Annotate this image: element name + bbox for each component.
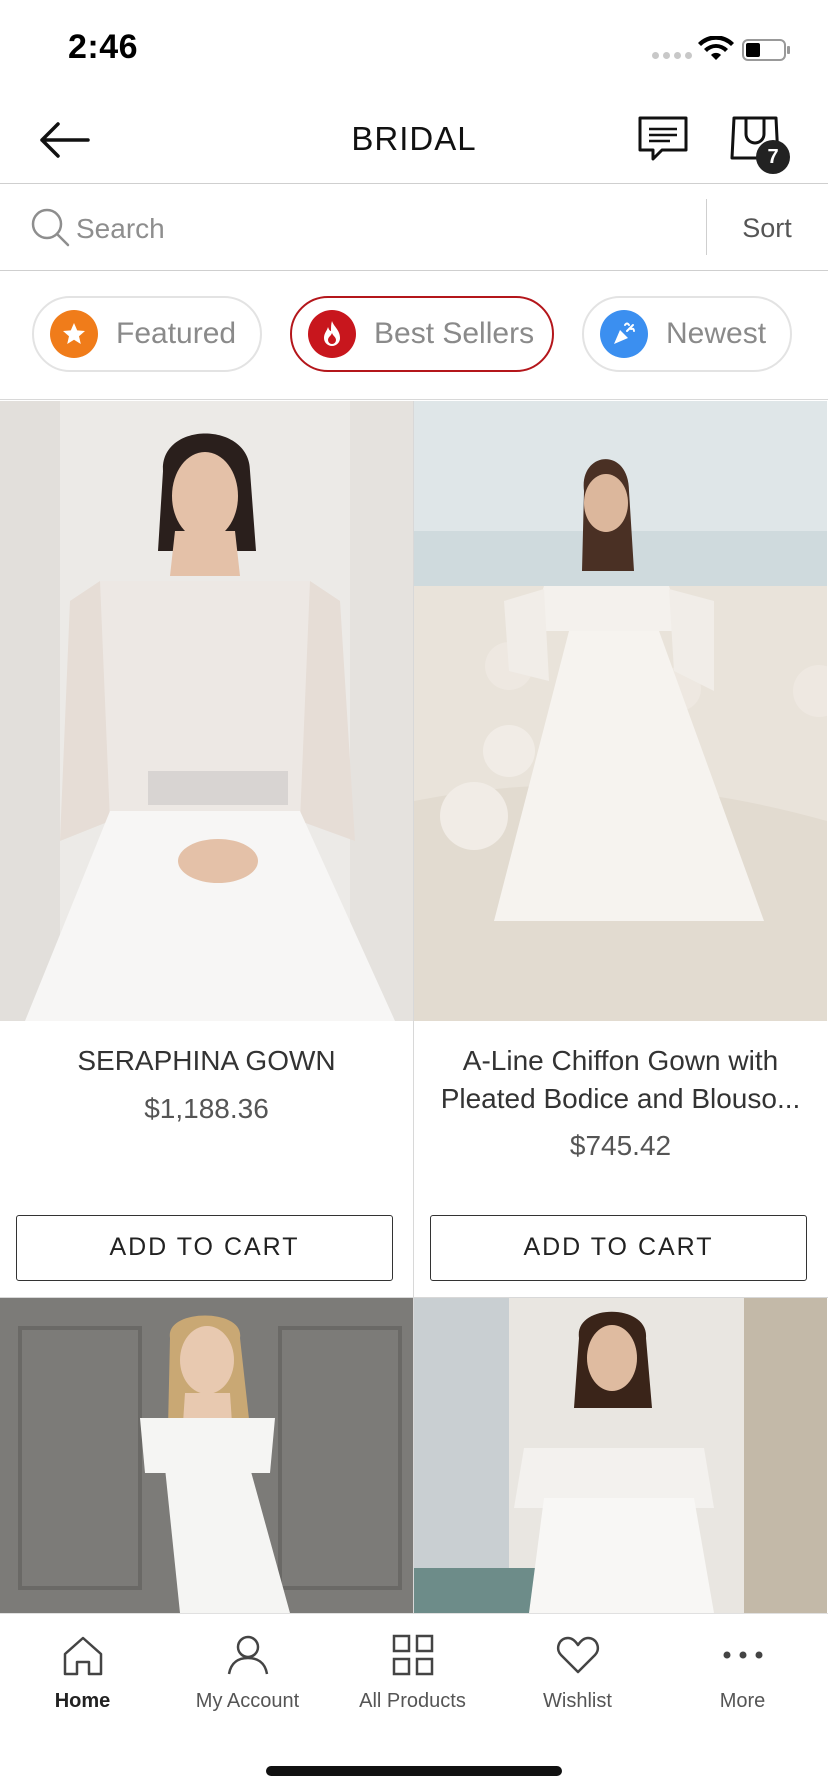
chip-label: Featured [116,317,237,350]
chip-best-sellers[interactable]: Best Sellers [290,296,554,372]
grid-column-divider [413,401,414,1613]
battery-icon [742,39,790,61]
home-icon [63,1636,102,1676]
page-title: BRIDAL [351,120,477,157]
status-time: 2:46 [68,28,139,66]
tab-label: All Products [359,1690,466,1712]
search-input[interactable] [76,207,676,251]
search-icon [31,208,70,247]
tab-home[interactable]: Home [0,1630,165,1730]
fire-icon [308,310,356,358]
sort-button[interactable]: Sort [706,185,828,271]
tab-label: My Account [195,1690,300,1712]
tab-more[interactable]: More [660,1630,825,1730]
search-bar: Sort [0,185,828,271]
grid-icon [392,1634,433,1676]
product-image[interactable] [414,1298,827,1613]
product-image[interactable] [0,401,413,1021]
grid-row-divider [0,1297,828,1298]
product-price: $745.42 [569,1130,672,1161]
chip-newest[interactable]: Newest [582,296,792,372]
heart-icon [556,1636,599,1674]
chip-label: Newest [666,317,767,350]
top-nav-bar: BRIDAL 7 [0,100,828,184]
party-popper-icon [600,310,648,358]
home-indicator [266,1766,562,1776]
add-to-cart-button[interactable]: ADD TO CART [430,1215,807,1281]
tab-label: Home [54,1690,111,1712]
add-to-cart-button[interactable]: ADD TO CART [16,1215,393,1281]
chip-label: Best Sellers [374,317,535,350]
tab-my-account[interactable]: My Account [165,1630,330,1730]
chat-icon[interactable] [636,114,690,164]
user-icon [227,1635,268,1675]
product-image[interactable] [0,1298,413,1613]
wifi-icon [698,36,734,60]
product-name[interactable]: A-Line Chiffon Gown with Pleated Bodice … [424,1042,817,1118]
chip-featured[interactable]: Featured [32,296,262,372]
product-name[interactable]: SERAPHINA GOWN [10,1042,403,1080]
product-price: $1,188.36 [144,1093,269,1124]
cart-count-badge: 7 [756,140,790,174]
product-grid: SERAPHINA GOWN $1,188.36 ADD TO CART A-L… [0,401,828,1613]
more-dots-icon [723,1651,762,1659]
tab-label: More [719,1690,766,1712]
filter-chips: Featured Best Sellers Newest [0,272,828,400]
status-bar: 2:46 [0,0,828,100]
signal-icon [652,52,692,59]
tab-all-products[interactable]: All Products [330,1630,495,1730]
product-image[interactable] [414,401,827,1021]
tab-label: Wishlist [543,1690,612,1712]
star-icon [50,310,98,358]
tab-wishlist[interactable]: Wishlist [495,1630,660,1730]
